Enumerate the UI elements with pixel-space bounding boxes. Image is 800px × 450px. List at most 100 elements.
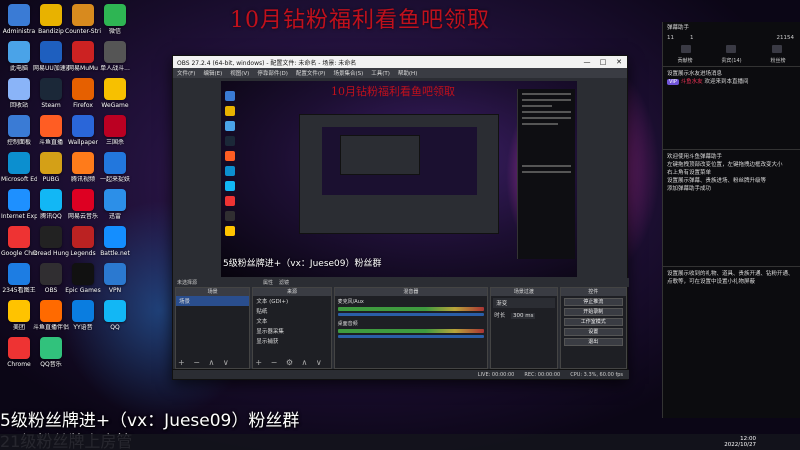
menu-scene-collection[interactable]: 场景集合(S) [333,69,363,77]
desktop-icon-label: 腾讯视频 [70,176,95,183]
menu-help[interactable]: 帮助(H) [398,69,417,77]
app-icon [72,189,94,211]
app-icon [40,78,62,100]
transition-select[interactable]: 渐变 [493,298,555,308]
tab-fans[interactable]: 粉丝榜 [771,57,786,64]
desktop-icon[interactable]: Microsoft Edge [1,152,37,183]
desktop-icon[interactable]: Chrome [2,337,36,368]
source-item[interactable]: 贴纸 [253,306,330,316]
minimize-icon[interactable]: — [579,58,595,66]
desktop-icon-label: Firefox [73,102,93,109]
close-icon[interactable]: ✕ [611,58,627,66]
menu-view[interactable]: 视图(V) [230,69,249,77]
desktop-icon[interactable]: 腾讯视频 [66,152,100,183]
desktop-icon[interactable]: 斗鱼直播 [34,115,68,146]
desktop-icon[interactable]: YY语音 [66,300,100,331]
desktop-icon[interactable]: 网易云音乐 [66,189,100,220]
desktop-icon[interactable]: Internet Explorer [1,189,37,220]
app-icon [104,41,126,63]
desktop-icon[interactable]: 2345看图王 [2,263,36,294]
desktop-icon[interactable]: Steam [34,78,68,109]
app-icon [104,152,126,174]
scenes-panel-toolbar[interactable]: + − ∧ ∨ [178,358,232,367]
desktop-icon[interactable]: 控制面板 [2,115,36,146]
chat-tabs: 贡献榜 贵宾(14) 粉丝榜 [663,54,800,66]
source-item[interactable]: 显示器采集 [253,326,330,336]
mixer-panel-title: 混音器 [334,288,488,296]
danmaku-helper-panel: 弹幕助手 11 1 21154 贡献榜 贵宾(14) 粉丝榜 设置展示水友进场消… [662,22,800,418]
stop-streaming-button[interactable]: 停止推流 [563,298,623,306]
desktop-icon[interactable]: PUBG [34,152,68,183]
settings-button[interactable]: 设置 [563,328,623,336]
desktop-icon[interactable]: Bandizip [34,4,68,35]
tab-vip[interactable]: 贵宾(14) [721,57,741,64]
desktop-icon[interactable]: 一起来捉妖 [98,152,132,183]
desktop-icon[interactable]: QQ [98,300,132,331]
app-icon [40,337,62,359]
properties-button[interactable]: 属性 [263,279,273,286]
desktop-icon[interactable]: 单人战斗... [98,41,132,72]
menu-profile[interactable]: 配置文件(P) [296,69,326,77]
desktop-icon[interactable]: Google Chrome [1,226,37,257]
desktop-icon[interactable]: Administra [2,4,36,35]
desktop-icon[interactable]: QQ音乐 [34,337,68,368]
welcome-text: 欢迎来到本直播间 [704,79,749,85]
tab-contribution[interactable]: 贡献榜 [677,57,692,64]
app-icon [8,152,30,174]
desktop-icon[interactable]: 此电脑 [2,41,36,72]
desktop-icon[interactable]: 迅雷 [98,189,132,220]
menu-file[interactable]: 文件(F) [177,69,195,77]
desktop-icon[interactable]: Counter-Strike [65,4,101,35]
taskbar-clock[interactable]: 12:00 2022/10/27 [724,436,756,448]
desktop-icon[interactable]: Firefox [66,78,100,109]
desktop-icon-label: 迅雷 [108,213,121,220]
scene-item[interactable]: 场景 [176,296,250,306]
obs-statusbar: LIVE: 00:00:00 REC: 00:00:00 CPU: 3.3%, … [173,369,629,379]
menu-docks[interactable]: 停靠部件(D) [257,69,288,77]
desktop-icon[interactable]: VPN [98,263,132,294]
desktop-icon[interactable]: 网易MuMu [66,41,100,72]
source-item[interactable]: 文本 [253,316,330,326]
desktop-icon[interactable]: 微信 [98,4,132,35]
desktop-icon[interactable]: Battle.net [98,226,132,257]
maximize-icon[interactable]: □ [595,58,611,66]
desktop-icon[interactable]: Dread Hunger [33,226,69,257]
desktop-icon-label: Steam [41,102,61,109]
chat-tip: 添加弹幕助手成功 [667,186,712,192]
fans-icon[interactable] [772,45,783,53]
desktop-icon[interactable]: 三国杀 [98,115,132,146]
volume-slider[interactable] [337,335,485,338]
sources-panel-toolbar[interactable]: + − ⚙ ∧ ∨ [255,358,324,367]
desktop-icon[interactable]: WeGame [98,78,132,109]
menu-tools[interactable]: 工具(T) [371,69,390,77]
start-recording-button[interactable]: 开始录制 [563,308,623,316]
duration-input[interactable]: 300 ms [510,313,536,319]
source-item[interactable]: 显示捕获 [253,336,330,346]
desktop-icon[interactable]: Epic Games [65,263,101,294]
desktop-icon-label: QQ音乐 [40,361,62,368]
chat-tip: 右上角有设置菜单 [667,170,712,176]
exit-button[interactable]: 退出 [563,338,623,346]
desktop-icon[interactable]: 回收站 [2,78,36,109]
stat-viewers: 11 [667,35,674,41]
vip-icon[interactable] [726,45,737,53]
contribution-icon[interactable] [680,45,691,53]
obs-preview-canvas[interactable]: 10月钻粉福利看鱼吧领取 5级粉丝牌进+（vx：Juese09）粉丝群 [221,81,577,277]
desktop-icon[interactable]: 腾讯QQ [34,189,68,220]
obs-titlebar[interactable]: OBS 27.2.4 (64-bit, windows) - 配置文件: 未命名… [173,56,627,68]
sources-panel-title: 来源 [253,288,331,296]
filters-button[interactable]: 滤镜 [279,279,289,286]
transitions-panel-title: 场景过渡 [491,288,557,296]
menu-edit[interactable]: 编辑(E) [203,69,222,77]
app-icon [8,115,30,137]
desktop-icon[interactable]: 斗鱼直播伴侣 [33,300,69,331]
source-item[interactable]: 文本 (GDI+) [253,296,330,306]
desktop-icon[interactable]: 网易UU加速器 [33,41,69,72]
studio-mode-button[interactable]: 工作室模式 [563,318,623,326]
app-icon [104,115,126,137]
desktop-icon[interactable]: Legends [66,226,100,257]
desktop-icon[interactable]: Wallpaper [66,115,100,146]
volume-slider[interactable] [337,313,485,316]
desktop-icon[interactable]: OBS [34,263,68,294]
desktop-icon[interactable]: 美团 [2,300,36,331]
